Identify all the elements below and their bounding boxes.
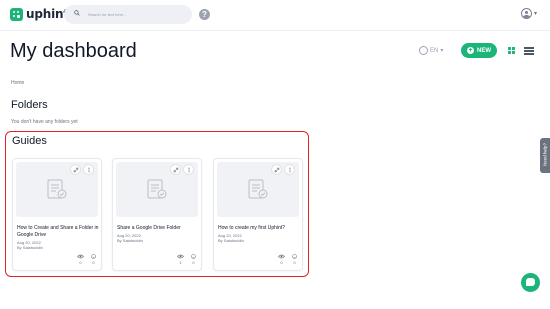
chevron-down-icon: ▾ (440, 48, 444, 54)
guides-section: Guides How to Create and Share a Folder … (5, 131, 309, 277)
more-vertical-icon (288, 167, 291, 172)
reactions-stat: 0 (292, 254, 297, 265)
smile-icon (91, 254, 96, 259)
new-button-label: NEW (477, 47, 491, 54)
folders-heading: Folders (11, 99, 48, 111)
document-icon (147, 179, 167, 199)
link-icon (73, 167, 78, 172)
avatar-icon (521, 8, 532, 19)
more-vertical-icon (87, 167, 90, 172)
guide-author: By Salahuddin (218, 238, 244, 243)
new-button[interactable]: + NEW (461, 43, 497, 58)
reactions-count: 0 (293, 260, 296, 265)
chat-icon (526, 278, 535, 286)
breadcrumb[interactable]: Home (11, 80, 24, 86)
top-bar: uphint ? ▾ (0, 0, 550, 31)
globe-icon (419, 46, 428, 55)
guide-author: By Salahuddin (117, 238, 143, 243)
reactions-stat: 0 (91, 254, 96, 265)
eye-icon (77, 254, 84, 259)
list-view-icon[interactable] (524, 47, 534, 55)
link-icon (173, 167, 178, 172)
help-icon[interactable]: ? (199, 9, 210, 20)
chat-button[interactable] (521, 273, 540, 292)
more-vertical-icon (187, 167, 190, 172)
language-label: EN (430, 47, 439, 54)
search-bar[interactable] (64, 5, 192, 24)
reactions-count: 0 (192, 260, 195, 265)
copy-link-button[interactable] (70, 164, 81, 175)
chevron-down-icon: ▾ (534, 11, 538, 17)
guide-stats: 0 0 (77, 254, 96, 265)
smile-icon (292, 254, 297, 259)
guide-author: By Salahuddin (17, 245, 43, 250)
search-input[interactable] (88, 8, 183, 21)
guide-title[interactable]: Share a Google Drive Folder (117, 225, 199, 232)
views-count: 0 (280, 260, 283, 265)
more-options-button[interactable] (183, 164, 194, 175)
logo-text: uphint (26, 7, 69, 21)
guide-title[interactable]: How to Create and Share a Folder in Goog… (17, 225, 99, 238)
search-icon (74, 10, 80, 16)
document-icon (248, 179, 268, 199)
guides-heading: Guides (12, 135, 47, 147)
eye-icon (278, 254, 285, 259)
guide-card[interactable]: Share a Google Drive Folder Aug 20, 2022… (112, 158, 202, 271)
copy-link-button[interactable] (271, 164, 282, 175)
views-stat: 0 (77, 254, 84, 265)
more-options-button[interactable] (284, 164, 295, 175)
page-title: My dashboard (10, 40, 137, 62)
need-help-label: Need help? (542, 142, 548, 167)
folders-empty-text: You don't have any folders yet (11, 119, 78, 125)
more-options-button[interactable] (83, 164, 94, 175)
guide-stats: 0 0 (278, 254, 297, 265)
reactions-stat: 0 (191, 254, 196, 265)
guide-stats: 1 0 (177, 254, 196, 265)
views-count: 0 (79, 260, 82, 265)
breadcrumb-home[interactable]: Home (11, 80, 24, 86)
need-help-tab[interactable]: Need help? (540, 138, 550, 173)
document-icon (47, 179, 67, 199)
logo[interactable]: uphint (10, 7, 69, 21)
views-stat: 1 (177, 254, 184, 265)
language-selector[interactable]: EN ▾ (419, 46, 443, 55)
plus-icon: + (467, 47, 474, 54)
smile-icon (191, 254, 196, 259)
reactions-count: 0 (92, 260, 95, 265)
guide-title[interactable]: How to create my first Uphint? (218, 225, 300, 232)
views-stat: 0 (278, 254, 285, 265)
user-menu[interactable]: ▾ (521, 8, 537, 19)
eye-icon (177, 254, 184, 259)
logo-mark-icon (10, 7, 23, 21)
copy-link-button[interactable] (170, 164, 181, 175)
link-icon (274, 167, 279, 172)
guide-card[interactable]: How to Create and Share a Folder in Goog… (12, 158, 102, 271)
guide-card[interactable]: How to create my first Uphint? Aug 20, 2… (213, 158, 303, 271)
grid-view-icon[interactable] (508, 47, 515, 54)
views-count: 1 (179, 260, 182, 265)
